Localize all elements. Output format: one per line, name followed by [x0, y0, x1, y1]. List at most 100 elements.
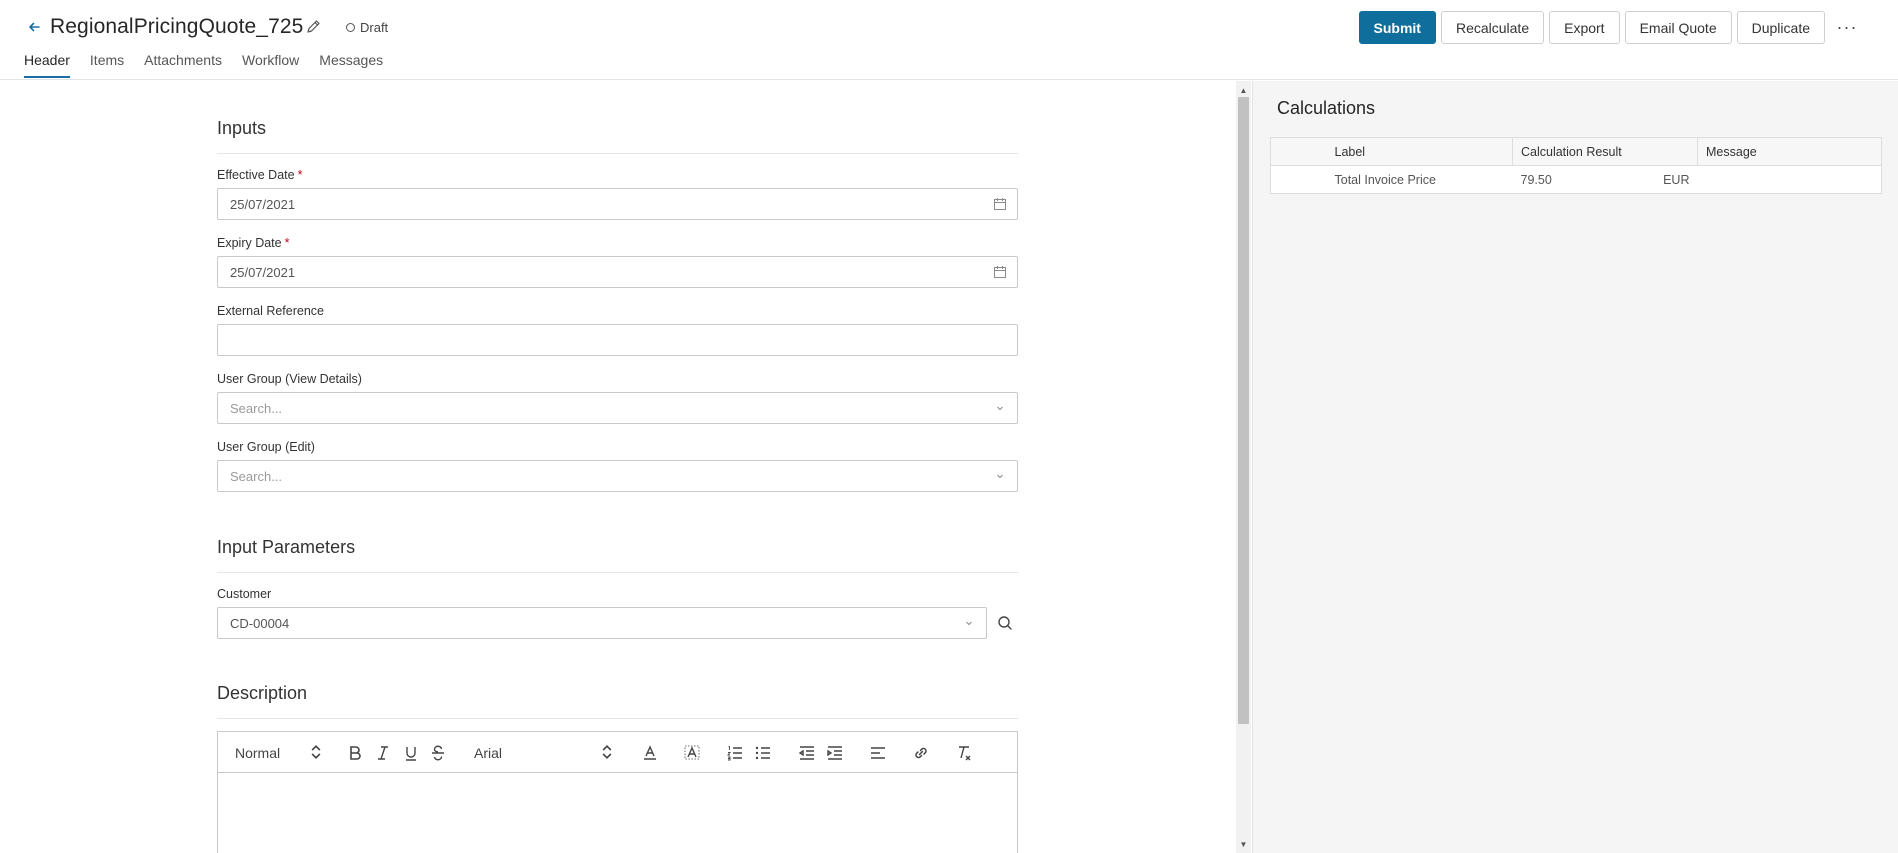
background-color-icon[interactable] — [683, 744, 701, 762]
inputs-section-title: Inputs — [217, 118, 1018, 154]
chevron-down-icon[interactable] — [993, 401, 1007, 415]
pencil-edit-icon[interactable] — [305, 18, 322, 35]
align-left-icon[interactable] — [869, 744, 887, 762]
expiry-date-group: Expiry Date * 25/07/2021 — [217, 236, 1018, 288]
search-icon[interactable] — [997, 615, 1013, 631]
column-header-calculation-result: Calculation Result — [1512, 137, 1698, 166]
calendar-icon[interactable] — [993, 265, 1007, 279]
customer-group: Customer CD-00004 — [217, 587, 1018, 639]
chevron-down-icon[interactable] — [993, 469, 1007, 483]
customer-label: Customer — [217, 587, 272, 601]
external-reference-label: External Reference — [217, 304, 325, 318]
calendar-icon[interactable] — [993, 197, 1007, 211]
description-editor-body[interactable] — [218, 773, 1017, 853]
underline-icon[interactable] — [402, 744, 420, 762]
block-format-select[interactable]: Normal — [235, 744, 325, 762]
input-parameters-section-title: Input Parameters — [217, 537, 1018, 573]
user-group-view-group: User Group (View Details) Search... — [217, 372, 1018, 424]
top-bar: RegionalPricingQuote_725 Draft Header It… — [0, 0, 1898, 80]
scroll-down-icon[interactable]: ▼ — [1236, 837, 1251, 851]
export-button[interactable]: Export — [1549, 11, 1620, 44]
tab-workflow[interactable]: Workflow — [242, 52, 299, 78]
bold-icon[interactable] — [346, 744, 364, 762]
calculations-panel: Calculations Label Calculation Result Me… — [1252, 81, 1898, 853]
column-header-label: Label — [1326, 137, 1513, 166]
customer-value: CD-00004 — [230, 615, 290, 631]
main-scrollbar[interactable]: ▲ ▼ — [1236, 81, 1251, 853]
effective-date-label: Effective Date * — [217, 168, 1018, 182]
row-blank-cell — [1271, 166, 1327, 194]
effective-date-label-text: Effective Date — [217, 168, 295, 182]
row-result-unit: EUR — [1663, 173, 1690, 187]
user-group-view-select[interactable]: Search... — [217, 392, 1018, 424]
required-marker: * — [284, 236, 290, 250]
description-editor: Normal Arial — [217, 731, 1018, 853]
strikethrough-icon[interactable] — [429, 744, 447, 762]
row-result-value: 79.50 — [1520, 172, 1552, 187]
row-message-cell — [1698, 166, 1882, 194]
font-family-select[interactable]: Arial — [474, 744, 616, 762]
expiry-date-label: Expiry Date * — [217, 236, 1018, 250]
user-group-edit-group: User Group (Edit) Search... — [217, 440, 1018, 492]
tab-bar: Header Items Attachments Workflow Messag… — [24, 52, 403, 78]
tab-header[interactable]: Header — [24, 52, 70, 78]
row-label-cell: Total Invoice Price — [1334, 172, 1436, 187]
duplicate-button[interactable]: Duplicate — [1736, 11, 1825, 44]
status-badge: Draft — [346, 20, 388, 35]
user-group-view-label: User Group (View Details) — [217, 372, 362, 386]
font-family-value: Arial — [474, 745, 503, 761]
effective-date-input[interactable]: 25/07/2021 — [217, 188, 1018, 220]
block-format-value: Normal — [235, 745, 281, 761]
recalculate-button[interactable]: Recalculate — [1440, 11, 1545, 44]
user-group-edit-select[interactable]: Search... — [217, 460, 1018, 492]
main-content: Inputs Effective Date * 25/07/2021 Expiry… — [0, 81, 1234, 853]
required-marker: * — [297, 168, 303, 182]
italic-icon[interactable] — [374, 744, 392, 762]
link-icon[interactable] — [912, 744, 930, 762]
scroll-up-icon[interactable]: ▲ — [1236, 83, 1251, 97]
user-group-view-placeholder: Search... — [230, 400, 283, 416]
back-arrow-icon[interactable] — [25, 18, 43, 36]
chevron-down-icon[interactable] — [962, 616, 976, 630]
user-group-edit-placeholder: Search... — [230, 468, 283, 484]
external-reference-group: External Reference — [217, 304, 1018, 356]
expiry-date-label-text: Expiry Date — [217, 236, 282, 250]
email-quote-button[interactable]: Email Quote — [1624, 11, 1732, 44]
header-form: Inputs Effective Date * 25/07/2021 Expiry… — [217, 81, 1018, 853]
indent-icon[interactable] — [826, 744, 844, 762]
action-toolbar: Submit Recalculate Export Email Quote Du… — [1358, 11, 1865, 44]
updown-chevron-icon — [598, 743, 616, 764]
outdent-icon[interactable] — [798, 744, 816, 762]
text-color-icon[interactable] — [641, 744, 659, 762]
updown-chevron-icon — [307, 743, 325, 764]
calculations-title: Calculations — [1277, 98, 1376, 118]
table-row: Total Invoice Price 79.50 EUR — [1271, 166, 1882, 194]
ordered-list-icon[interactable] — [726, 744, 744, 762]
bullet-list-icon[interactable] — [754, 744, 772, 762]
more-options-icon[interactable]: ··· — [1830, 11, 1864, 44]
effective-date-group: Effective Date * 25/07/2021 — [217, 168, 1018, 220]
tab-attachments[interactable]: Attachments — [144, 52, 222, 78]
user-group-edit-label: User Group (Edit) — [217, 440, 315, 454]
external-reference-input[interactable] — [217, 324, 1018, 356]
expiry-date-value: 25/07/2021 — [230, 264, 296, 280]
description-section-title: Description — [217, 683, 1018, 719]
calculations-table: Label Calculation Result Message Total I… — [1270, 137, 1882, 194]
expiry-date-input[interactable]: 25/07/2021 — [217, 256, 1018, 288]
submit-button[interactable]: Submit — [1358, 11, 1436, 44]
table-header-row: Label Calculation Result Message — [1270, 137, 1882, 166]
column-header-blank — [1270, 137, 1327, 166]
tab-messages[interactable]: Messages — [319, 52, 383, 78]
customer-select[interactable]: CD-00004 — [217, 607, 987, 639]
scroll-thumb[interactable] — [1238, 97, 1249, 724]
clear-format-icon[interactable] — [955, 744, 973, 762]
row-result-cell: 79.50 EUR — [1513, 166, 1698, 194]
column-header-message: Message — [1697, 137, 1882, 166]
status-circle-icon — [346, 23, 355, 32]
tab-items[interactable]: Items — [90, 52, 124, 78]
effective-date-value: 25/07/2021 — [230, 196, 296, 212]
status-label: Draft — [360, 20, 389, 35]
editor-toolbar: Normal Arial — [218, 732, 1017, 773]
page-title: RegionalPricingQuote_725 — [50, 15, 304, 38]
customer-row: CD-00004 — [217, 607, 1018, 639]
